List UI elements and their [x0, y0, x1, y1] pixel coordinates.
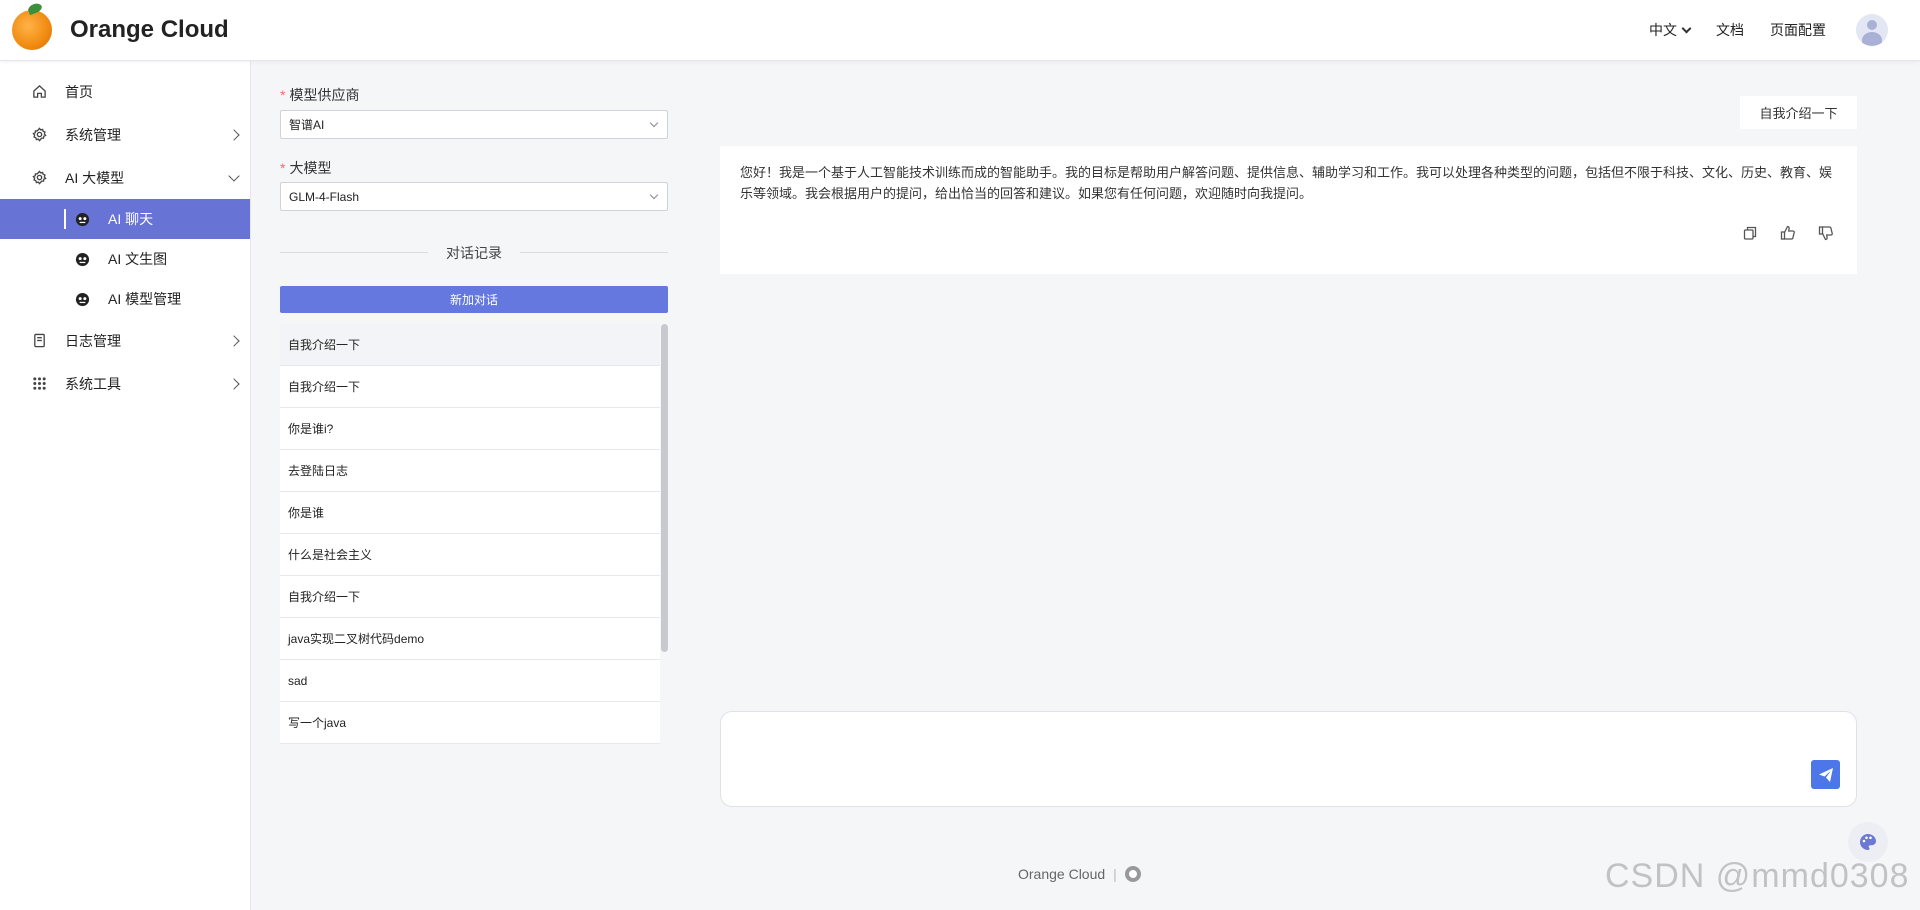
send-button[interactable] — [1811, 760, 1840, 789]
chevron-right-icon — [228, 128, 240, 141]
sidebar-item-label: 系统管理 — [65, 126, 121, 143]
provider-label-text: 模型供应商 — [289, 87, 360, 103]
send-icon — [1818, 767, 1833, 782]
footer: Orange Cloud | — [1018, 866, 1141, 882]
provider-select[interactable]: 智谱AI — [280, 110, 668, 139]
chat-history-list[interactable]: 自我介绍一下 自我介绍一下 你是谁i? 去登陆日志 你是谁 什么是社会主义 自我… — [280, 324, 668, 744]
provider-label: * 模型供应商 — [280, 85, 359, 105]
sidebar-item-ai-model[interactable]: AI 大模型 — [0, 156, 250, 199]
assistant-message-text: 您好！我是一个基于人工智能技术训练而成的智能助手。我的目标是帮助用户解答问题、提… — [740, 165, 1833, 201]
docs-link[interactable]: 文档 — [1716, 20, 1744, 40]
theme-palette-button[interactable] — [1848, 822, 1888, 862]
chat-input[interactable] — [720, 711, 1857, 807]
message-actions — [1723, 222, 1837, 244]
logo[interactable]: Orange Cloud — [12, 10, 229, 50]
list-item[interactable]: 自我介绍一下 — [280, 324, 660, 366]
sidebar-item-label: 日志管理 — [65, 332, 121, 349]
sidebar: 首页 系统管理 AI 大模型 AI 聊天 AI 文生图 AI 模型管理 日志管理… — [0, 61, 251, 910]
history-title: 对话记录 — [428, 243, 520, 263]
list-item[interactable]: sad — [280, 660, 660, 702]
chevron-right-icon — [228, 334, 240, 347]
history-scrollbar[interactable] — [661, 324, 668, 652]
model-label: * 大模型 — [280, 158, 331, 178]
avatar-body — [1862, 32, 1882, 46]
header-actions: 中文 文档 页面配置 — [1623, 14, 1888, 46]
sidebar-item-log-management[interactable]: 日志管理 — [0, 319, 250, 362]
new-chat-button[interactable]: 新加对话 — [280, 286, 668, 313]
sidebar-sub-label: AI 聊天 — [108, 211, 154, 227]
required-mark: * — [280, 87, 286, 103]
chevron-down-icon — [228, 169, 240, 182]
app-name: Orange Cloud — [70, 16, 229, 43]
list-item[interactable]: 什么是社会主义 — [280, 534, 660, 576]
gear-icon — [31, 170, 47, 186]
model-select[interactable]: GLM-4-Flash — [280, 182, 668, 211]
sidebar-sub-label: AI 文生图 — [108, 251, 168, 267]
model-label-text: 大模型 — [289, 160, 332, 176]
gear-icon — [31, 127, 47, 143]
chevron-right-icon — [228, 377, 240, 390]
footer-separator: | — [1113, 866, 1117, 882]
grid-icon — [31, 376, 47, 392]
language-dropdown[interactable]: 中文 — [1649, 20, 1692, 40]
sidebar-sub-label: AI 模型管理 — [108, 291, 182, 307]
ai-robot-icon — [74, 251, 90, 267]
sidebar-item-label: 系统工具 — [65, 375, 121, 392]
document-icon — [31, 333, 47, 349]
list-item[interactable]: 去登陆日志 — [280, 450, 660, 492]
sidebar-item-label: AI 大模型 — [65, 169, 125, 186]
avatar-head — [1867, 20, 1877, 30]
page-config-link[interactable]: 页面配置 — [1770, 20, 1826, 40]
provider-value: 智谱AI — [289, 118, 325, 132]
chevron-down-icon — [649, 190, 659, 200]
top-header: Orange Cloud 中文 文档 页面配置 — [0, 0, 1920, 61]
assistant-message: 您好！我是一个基于人工智能技术训练而成的智能助手。我的目标是帮助用户解答问题、提… — [720, 146, 1857, 274]
palette-icon — [1860, 834, 1876, 850]
github-icon[interactable] — [1124, 866, 1141, 882]
list-item[interactable]: 自我介绍一下 — [280, 576, 660, 618]
list-item[interactable]: 自我介绍一下 — [280, 366, 660, 408]
sidebar-item-label: 首页 — [65, 83, 93, 100]
sidebar-item-system-management[interactable]: 系统管理 — [0, 113, 250, 156]
user-avatar[interactable] — [1856, 14, 1888, 46]
model-value: GLM-4-Flash — [289, 189, 360, 204]
home-icon — [31, 84, 47, 100]
list-item[interactable]: java实现二叉树代码demo — [280, 618, 660, 660]
copy-icon[interactable] — [1739, 222, 1761, 244]
sidebar-item-ai-model-management[interactable]: AI 模型管理 — [0, 279, 250, 319]
sidebar-item-ai-chat[interactable]: AI 聊天 — [0, 199, 250, 239]
ai-robot-icon — [74, 211, 90, 227]
sidebar-item-ai-text-to-image[interactable]: AI 文生图 — [0, 239, 250, 279]
chevron-down-icon — [649, 118, 659, 128]
thumbs-up-icon[interactable] — [1777, 222, 1799, 244]
required-mark: * — [280, 160, 286, 176]
list-item[interactable]: 你是谁 — [280, 492, 660, 534]
watermark: CSDN @mmd0308 — [1605, 857, 1910, 895]
ai-robot-icon — [74, 291, 90, 307]
list-item[interactable]: 写一个java — [280, 702, 660, 744]
footer-text: Orange Cloud — [1018, 866, 1106, 882]
orange-logo-icon — [12, 10, 52, 50]
chevron-down-icon — [1681, 23, 1692, 33]
thumbs-down-icon[interactable] — [1815, 222, 1837, 244]
sidebar-item-system-tools[interactable]: 系统工具 — [0, 362, 250, 405]
list-item[interactable]: 你是谁i? — [280, 408, 660, 450]
user-message: 自我介绍一下 — [1740, 96, 1857, 129]
language-label: 中文 — [1649, 22, 1677, 38]
sidebar-item-home[interactable]: 首页 — [0, 70, 250, 113]
